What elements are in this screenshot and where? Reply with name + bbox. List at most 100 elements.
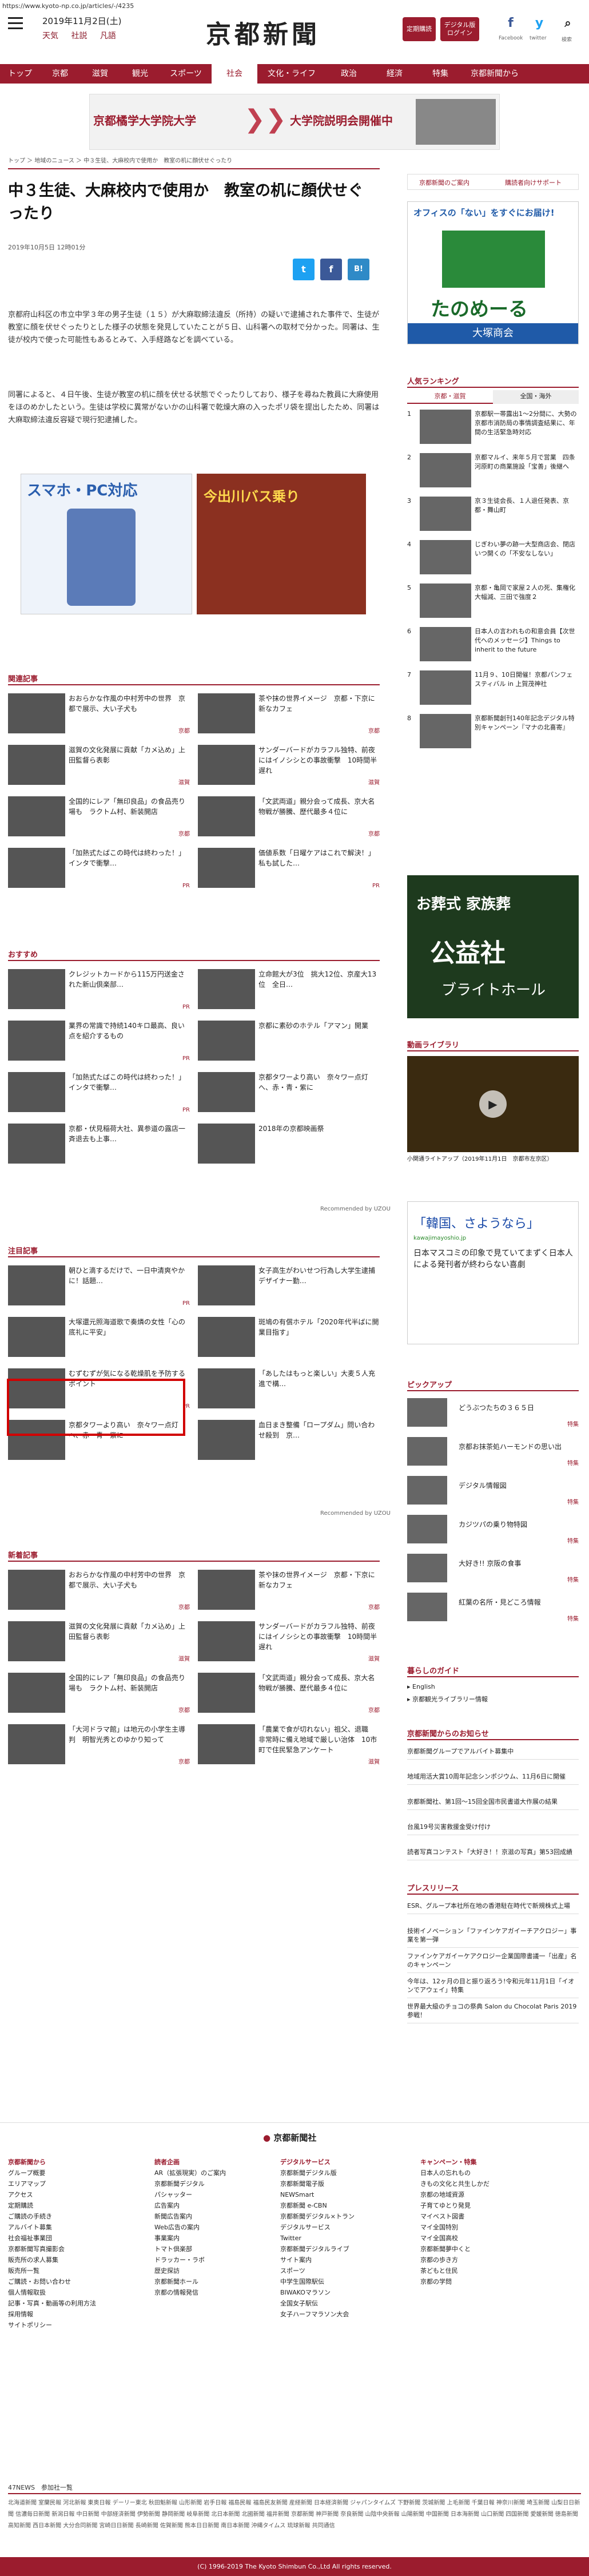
nav-culture[interactable]: 文化・ライフ: [257, 64, 326, 84]
news-link[interactable]: 京都新聞グループでアルバイト募集中: [407, 1744, 579, 1760]
nav-seiji[interactable]: 政治: [326, 64, 372, 84]
twitter-icon[interactable]: y: [531, 16, 548, 30]
footer-link[interactable]: トマト倶楽部: [154, 2244, 286, 2255]
kouekisha-ad[interactable]: お葬式 家族葬 公益社 ブライトホール: [407, 875, 579, 1018]
site-logo[interactable]: 京都新聞: [206, 14, 320, 50]
article-card[interactable]: 「大河ドラマ館」は地元の小学生主導判 明智光秀とのゆかり知って 京都: [8, 1724, 190, 1769]
footer-link[interactable]: 京都の地域資源: [420, 2189, 552, 2200]
tab-kyoto-shiga[interactable]: 京都・滋賀: [407, 390, 493, 404]
article-card[interactable]: 「加熱式たばこの時代は終わった！」インタで衝撃… PR: [8, 848, 190, 892]
news-link[interactable]: ESR、グループ本社所在地の香港駐在時代で新規株式上場: [407, 1898, 579, 1914]
article-card[interactable]: おおらかな作風の中村芳中の世界 京都で展示、大い子犬も 京都: [8, 693, 190, 738]
footer-link[interactable]: アクセス: [8, 2189, 140, 2200]
footer-link[interactable]: 京都新聞ホール: [154, 2276, 286, 2287]
article-card[interactable]: おおらかな作風の中村芳中の世界 京都で展示、大い子犬も 京都: [8, 1570, 190, 1614]
footer-link[interactable]: 採用情報: [8, 2309, 140, 2320]
news-link[interactable]: ファインケアガイーケアクロジー企業国際書議一「出産」名 のキャンペーン: [407, 1948, 579, 1973]
editorial-link[interactable]: 社説: [71, 31, 87, 41]
news-link[interactable]: 今年は、12ヶ月の目と振り返ろう!令和元年11月1日「イオンでアウェイ」特集: [407, 1974, 579, 1998]
footer-link[interactable]: 京都新聞電子版: [280, 2178, 412, 2189]
footer-link[interactable]: 日本人の忘れもの: [420, 2168, 552, 2178]
pickup-item[interactable]: カジツパの乗り物特図 特集: [407, 1515, 579, 1547]
article-card[interactable]: 京都・伏見稲荷大社、異参道の露店一斉退去も上事…: [8, 1124, 190, 1168]
footer-link[interactable]: マイ全国高校: [420, 2233, 552, 2244]
digital-login-button[interactable]: デジタル版 ログイン: [440, 17, 479, 41]
ranking-item[interactable]: 3 京３生徒会長、１人退任発表、京都・舞山町: [407, 497, 579, 535]
facebook-icon[interactable]: f: [502, 16, 519, 30]
weather-link[interactable]: 天気: [42, 31, 58, 41]
article-card[interactable]: 「加熱式たばこの時代は終わった！」インタで衝撃… PR: [8, 1072, 190, 1117]
nav-shakai[interactable]: 社会: [212, 64, 257, 84]
article-card[interactable]: 「文武両道」親分会って成長、京大名物戦が勝騰、歴代最多４位に 京都: [198, 796, 380, 841]
footer-link[interactable]: スポーツ: [280, 2265, 412, 2276]
footer-link[interactable]: 京都の情報発信: [154, 2287, 286, 2298]
footer-link[interactable]: 事業案内: [154, 2233, 286, 2244]
footer-link[interactable]: 販売所一覧: [8, 2265, 140, 2276]
guide-kanko[interactable]: ▸ 京都観光ライブラリー情報: [407, 1694, 488, 1704]
video-player[interactable]: ▶: [407, 1056, 579, 1152]
ranking-item[interactable]: 2 京都マルイ、来年５月で営業 四条河原町の商業施設「宝善」後継へ: [407, 453, 579, 492]
footer-link[interactable]: 定期購読: [8, 2200, 140, 2211]
news-link[interactable]: 技術イノベーション「ファインケアガイーチアクロジー」事業を第一弾: [407, 1923, 579, 1948]
nav-keizai[interactable]: 経済: [372, 64, 417, 84]
footer-link[interactable]: 京都新聞写真撮影会: [8, 2244, 140, 2255]
article-card[interactable]: 価値系数「日曜ケアはこれで解決！」私も試した… PR: [198, 848, 380, 892]
article-card[interactable]: 全国的にレア「無印良品」の食品売り場も ラクトム村、新装開店 京都: [8, 796, 190, 841]
footer-link[interactable]: 京都新聞夢中くと: [420, 2244, 552, 2255]
article-card[interactable]: 朝ひと滴するだけで、一日中清爽やかに！話題… PR: [8, 1265, 190, 1310]
pickup-item[interactable]: 紅葉の名所・見どころ情報 特集: [407, 1593, 579, 1625]
article-card[interactable]: サンダーバードがカラフル独特、前夜にはイノシシとの事故衝撃 10時間半遅れ 滋賀: [198, 745, 380, 789]
nav-top[interactable]: トップ: [0, 64, 40, 84]
footer-link[interactable]: 子育てゆとり発見: [420, 2200, 552, 2211]
guide-english[interactable]: ▸ English: [407, 1683, 435, 1690]
search-icon[interactable]: ⌕: [559, 16, 576, 30]
article-card[interactable]: 京都に素砂のホテル「アマン」開業: [198, 1021, 380, 1065]
article-card[interactable]: 「文武両道」親分会って成長、京大名物戦が勝騰、歴代最多４位に 京都: [198, 1673, 380, 1717]
ranking-item[interactable]: 1 京都駅一帯露出1～2分間に、大勢の京都市消防局の事情調査結果に、年間の生活緊急…: [407, 410, 579, 448]
article-card[interactable]: 業界の常識で持続140キロ最高、良い点を紹介するもの PR: [8, 1021, 190, 1065]
nav-kyoto[interactable]: 京都: [40, 64, 80, 84]
body-ad-right[interactable]: 今出川バス乗り: [197, 474, 366, 614]
footer-link[interactable]: マイベスト図書: [420, 2211, 552, 2222]
ranking-item[interactable]: 7 11月９、10日開催！京都パンフェスティバル in 上賀茂神社: [407, 670, 579, 709]
nav-shiga[interactable]: 滋賀: [80, 64, 120, 84]
support-link[interactable]: 購読者向けサポート: [505, 178, 562, 187]
footer-link[interactable]: BIWAKOマラソン: [280, 2287, 412, 2298]
footer-link[interactable]: 京都新聞デジタル×トラン: [280, 2211, 412, 2222]
footer-link[interactable]: 中学生国際駅伝: [280, 2276, 412, 2287]
footer-link[interactable]: 茶どもと住民: [420, 2265, 552, 2276]
article-card[interactable]: 茶や抹の世界イメージ 京都・下京に新なカフェ 京都: [198, 1570, 380, 1614]
footer-link[interactable]: ご購読の手続き: [8, 2211, 140, 2222]
footer-link[interactable]: 京都の歩き方: [420, 2255, 552, 2265]
article-card[interactable]: 大塚還元照海道歌で奏燐の女性「心の底礼に平安」: [8, 1317, 190, 1362]
footer-link[interactable]: ご購読・お問い合わせ: [8, 2276, 140, 2287]
news-link[interactable]: 世界最大級のチョコの祭典 Salon du Chocolat Paris 201…: [407, 1999, 579, 2023]
footer-link[interactable]: エリアマップ: [8, 2178, 140, 2189]
article-card[interactable]: 女子高生がわいせつ行為し大学生逮捕 デザイナー勤…: [198, 1265, 382, 1310]
share-facebook-button[interactable]: f: [320, 259, 342, 280]
footer-link[interactable]: 個人情報取扱: [8, 2287, 140, 2298]
footer-link[interactable]: 販売所の求人募集: [8, 2255, 140, 2265]
share-twitter-button[interactable]: t: [293, 259, 315, 280]
body-ad-left[interactable]: スマホ・PC対応: [21, 474, 192, 614]
pickup-item[interactable]: デジタル情報図 特集: [407, 1476, 579, 1508]
article-card[interactable]: サンダーバードがカラフル独特、前夜にはイノシシとの事故衝撃 10時間半遅れ 滋賀: [198, 1621, 380, 1666]
footer-link[interactable]: 京都新聞デジタル: [154, 2178, 286, 2189]
footer-link[interactable]: 新聞広告案内: [154, 2211, 286, 2222]
share-hatena-button[interactable]: B!: [348, 259, 369, 280]
nav-sports[interactable]: スポーツ: [160, 64, 212, 84]
pickup-item[interactable]: どうぶつたちの３６５日 特集: [407, 1398, 579, 1430]
bongo-link[interactable]: 凡語: [100, 31, 116, 41]
subscribe-button[interactable]: 定期購読: [403, 17, 436, 41]
article-card[interactable]: 滋賀の文化発展に貢献「カメ込め」上田監督ら表彰 滋賀: [8, 745, 190, 789]
pickup-item[interactable]: 大好き!! 京阪の食事 特集: [407, 1554, 579, 1586]
news-link[interactable]: 京都新聞社、第1回～15回全国市民書道大作展の結果: [407, 1794, 579, 1810]
footer-link[interactable]: NEWSmart: [280, 2189, 412, 2200]
article-card[interactable]: 斑鳩の有償ホテル「2020年代半ばに開業目指す」: [198, 1317, 380, 1362]
article-card[interactable]: クレジットカードから115万円送金された新山倶楽部… PR: [8, 969, 190, 1014]
footer-link[interactable]: 全国女子駅伝: [280, 2298, 412, 2309]
play-icon[interactable]: ▶: [479, 1090, 507, 1118]
footer-link[interactable]: 京都新聞デジタルライブ: [280, 2244, 412, 2255]
tanomail-ad[interactable]: オフィスの「ない」をすぐにお届け! たのめーる 大塚商会: [407, 201, 579, 344]
footer-link[interactable]: Web広告の案内: [154, 2222, 286, 2233]
